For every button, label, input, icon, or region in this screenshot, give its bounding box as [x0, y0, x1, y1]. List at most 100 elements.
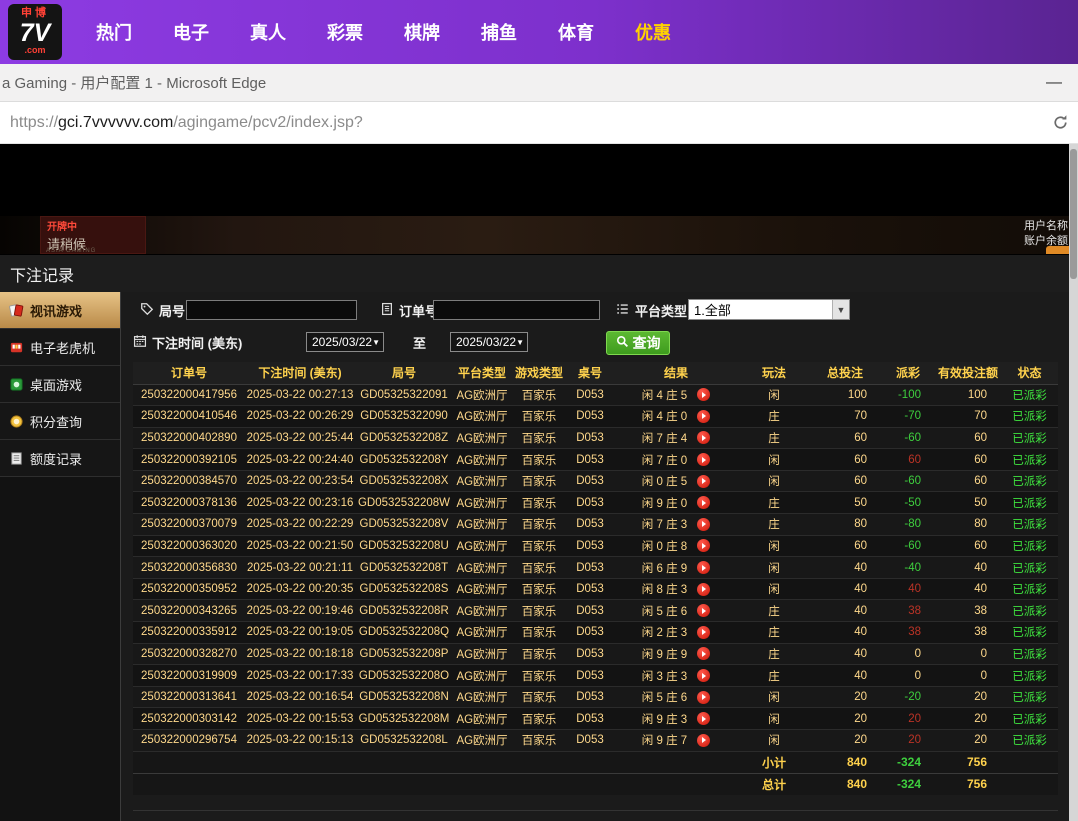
query-button[interactable]: 查询 [606, 331, 670, 355]
play-icon[interactable] [697, 604, 710, 617]
top-nav-item-3[interactable]: 彩票 [327, 19, 363, 45]
result-cell: 闲 0 庄 5 [613, 470, 739, 492]
play-icon[interactable] [697, 388, 710, 401]
play-icon[interactable] [697, 647, 710, 660]
cell: 闲 [739, 578, 809, 600]
cell: 60 [809, 535, 881, 557]
platform-select[interactable]: 1.全部 ▼ [688, 299, 850, 320]
top-nav-item-5[interactable]: 捕鱼 [481, 19, 517, 45]
sidebar-item-0[interactable]: 视讯游戏 [0, 292, 120, 329]
scrollbar-track[interactable] [1069, 144, 1078, 821]
browser-url-bar[interactable]: https://gci.7vvvvvv.com/agingame/pcv2/in… [0, 102, 1078, 144]
top-nav-item-0[interactable]: 热门 [96, 19, 132, 45]
cell: AG欧洲厅 [453, 686, 511, 708]
cell: 百家乐 [511, 514, 567, 536]
round-label: 局号 [159, 301, 185, 320]
play-icon[interactable] [697, 539, 710, 552]
cell: 60 [809, 470, 881, 492]
cell: 60 [935, 427, 1001, 449]
top-nav-item-2[interactable]: 真人 [250, 19, 286, 45]
sidebar-item-2[interactable]: 桌面游戏 [0, 366, 120, 403]
result-text: 闲 9 庄 3 [642, 711, 687, 727]
cell: 80 [935, 514, 1001, 536]
play-icon[interactable] [697, 691, 710, 704]
top-nav-item-4[interactable]: 棋牌 [404, 19, 440, 45]
order-label-group: 订单号 [380, 301, 438, 320]
result-text: 闲 7 庄 0 [642, 452, 687, 468]
status-badge: 已派彩 [1001, 557, 1058, 579]
top-nav-item-6[interactable]: 体育 [558, 19, 594, 45]
result-cell: 闲 9 庄 3 [613, 708, 739, 730]
cell: 40 [935, 578, 1001, 600]
cell: 百家乐 [511, 406, 567, 428]
to-label: 至 [413, 333, 426, 352]
minimize-button[interactable]: — [1046, 64, 1062, 102]
cell: AG欧洲厅 [453, 514, 511, 536]
result-text: 闲 5 庄 6 [642, 689, 687, 705]
date-to-select[interactable]: 2025/03/22 ▼ [450, 332, 528, 352]
date-from-select[interactable]: 2025/03/22 ▼ [306, 332, 384, 352]
cell: 闲 [739, 384, 809, 406]
cell: AG欧洲厅 [453, 535, 511, 557]
chevron-down-icon: ▼ [372, 338, 380, 347]
result-text: 闲 9 庄 7 [642, 732, 687, 748]
play-icon[interactable] [697, 518, 710, 531]
table-row: 2503220003630202025-03-22 00:21:50GD0532… [133, 535, 1058, 557]
top-nav-item-7[interactable]: 优惠 [635, 19, 671, 45]
sidebar-item-label: 积分查询 [30, 412, 82, 431]
play-icon[interactable] [697, 734, 710, 747]
cards-icon [8, 303, 24, 318]
cell: 百家乐 [511, 557, 567, 579]
round-input[interactable] [186, 300, 357, 320]
cell: 250322000378136 [133, 492, 245, 514]
cell: GD0532532208X [355, 470, 453, 492]
play-icon[interactable] [697, 475, 710, 488]
result-cell: 闲 4 庄 5 [613, 384, 739, 406]
refresh-icon[interactable] [1051, 113, 1070, 137]
play-icon[interactable] [697, 712, 710, 725]
result-text: 闲 7 庄 3 [642, 516, 687, 532]
calendar-icon [133, 334, 147, 351]
cell: 250322000363020 [133, 535, 245, 557]
table-row: 2503220003432652025-03-22 00:19:46GD0532… [133, 600, 1058, 622]
cell: 250322000417956 [133, 384, 245, 406]
site-logo[interactable]: 申博 7V .com [8, 4, 62, 60]
play-icon[interactable] [697, 561, 710, 574]
sidebar-item-3[interactable]: 积分查询 [0, 403, 120, 440]
cell: 250322000370079 [133, 514, 245, 536]
status-badge: 已派彩 [1001, 470, 1058, 492]
top-nav-item-1[interactable]: 电子 [173, 19, 209, 45]
result-cell: 闲 7 庄 0 [613, 449, 739, 471]
result-cell: 闲 5 庄 6 [613, 600, 739, 622]
cell: GD0532532208Z [355, 427, 453, 449]
sidebar-item-1[interactable]: 电子老虎机 [0, 329, 120, 366]
cell: 250322000335912 [133, 622, 245, 644]
table-row: 2503220003031422025-03-22 00:15:53GD0532… [133, 708, 1058, 730]
play-icon[interactable] [697, 410, 710, 423]
cell: 250322000328270 [133, 643, 245, 665]
cell: 2025-03-22 00:19:46 [245, 600, 355, 622]
cell: 2025-03-22 00:22:29 [245, 514, 355, 536]
order-input[interactable] [433, 300, 600, 320]
table-foot: 小计840-324756总计840-324756 [133, 751, 1058, 795]
cell: 闲 [739, 449, 809, 471]
status-badge: 已派彩 [1001, 665, 1058, 687]
play-icon[interactable] [697, 669, 710, 682]
cell: 50 [935, 492, 1001, 514]
sidebar-item-4[interactable]: 额度记录 [0, 440, 120, 477]
table-row: 2503220003199092025-03-22 00:17:33GD0532… [133, 665, 1058, 687]
scrollbar-thumb[interactable] [1070, 149, 1077, 279]
play-icon[interactable] [697, 431, 710, 444]
play-icon[interactable] [697, 496, 710, 509]
table-games-icon [8, 377, 24, 392]
cell: D053 [567, 557, 613, 579]
result-text: 闲 0 庄 5 [642, 473, 687, 489]
table-row: 2503220003781362025-03-22 00:23:16GD0532… [133, 492, 1058, 514]
play-icon[interactable] [697, 626, 710, 639]
play-icon[interactable] [697, 583, 710, 596]
credit-icon [8, 451, 24, 466]
window-title: a Gaming - 用户配置 1 - Microsoft Edge [2, 72, 266, 93]
cell: D053 [567, 730, 613, 752]
bet-time-label: 下注时间 (美东) [152, 333, 242, 352]
play-icon[interactable] [697, 453, 710, 466]
